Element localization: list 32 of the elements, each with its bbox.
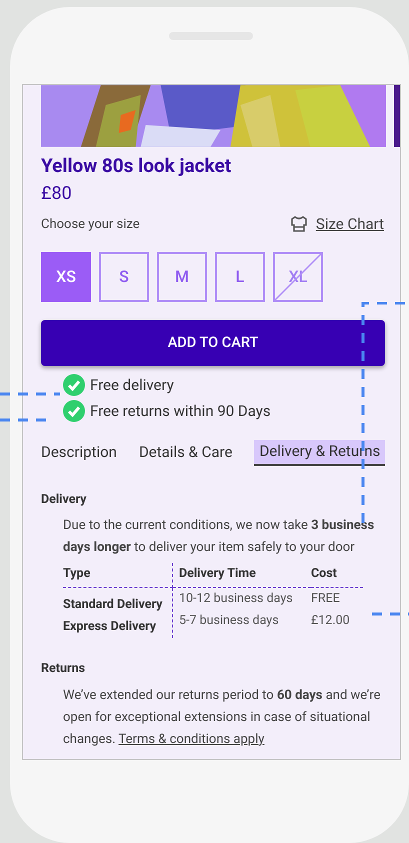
table-cell-text: Standard Delivery bbox=[63, 596, 164, 614]
terms-link[interactable]: Terms & conditions apply bbox=[118, 732, 264, 747]
section-heading: Returns bbox=[41, 660, 86, 678]
table-cell-text: Express Delivery bbox=[63, 618, 158, 636]
size-button[interactable]: S bbox=[99, 252, 149, 302]
delivery-paragraph: Due to the current conditions, we now take 3 business days longer to deliver your item safely to your door bbox=[63, 517, 376, 558]
size-button[interactable]: L bbox=[215, 252, 265, 302]
product-price: £80 bbox=[41, 182, 73, 206]
section-heading: Delivery bbox=[41, 490, 88, 508]
perk-text: Free delivery bbox=[90, 374, 174, 396]
check-circle-icon bbox=[63, 400, 85, 422]
table-cell-text: 10-12 business days bbox=[179, 590, 294, 608]
size-button[interactable]: M bbox=[157, 252, 207, 302]
product-title: Yellow 80s look jacket bbox=[41, 153, 232, 179]
check-circle-icon bbox=[63, 374, 85, 396]
add-to-cart-button[interactable]: ADD TO CART bbox=[41, 320, 385, 366]
returns-paragraph: We’ve extended our returns period to 60 days and we’re open for exceptional extensions in case of situational changes. Terms & conditions apply bbox=[63, 686, 382, 749]
table-header: Delivery Time bbox=[173, 563, 311, 588]
perk-text: Free returns within 90 Days bbox=[90, 401, 271, 422]
size-label: Choose your size bbox=[41, 216, 140, 234]
table-cell-text: FREE bbox=[311, 590, 341, 608]
table-cell-text: 5-7 business days bbox=[179, 612, 280, 630]
tab[interactable]: Details & Care bbox=[138, 440, 232, 466]
tab[interactable]: Description bbox=[41, 440, 117, 466]
size-chart-link[interactable]: Size Chart bbox=[290, 213, 384, 236]
tab[interactable]: Delivery & Returns bbox=[254, 440, 386, 466]
size-button[interactable]: XS bbox=[41, 252, 91, 302]
table-header: Cost bbox=[311, 563, 363, 588]
table-header: Type bbox=[63, 563, 173, 588]
shirt-icon bbox=[290, 216, 308, 232]
side-bar bbox=[394, 85, 400, 147]
table-cell-text: £12.00 bbox=[311, 612, 351, 630]
